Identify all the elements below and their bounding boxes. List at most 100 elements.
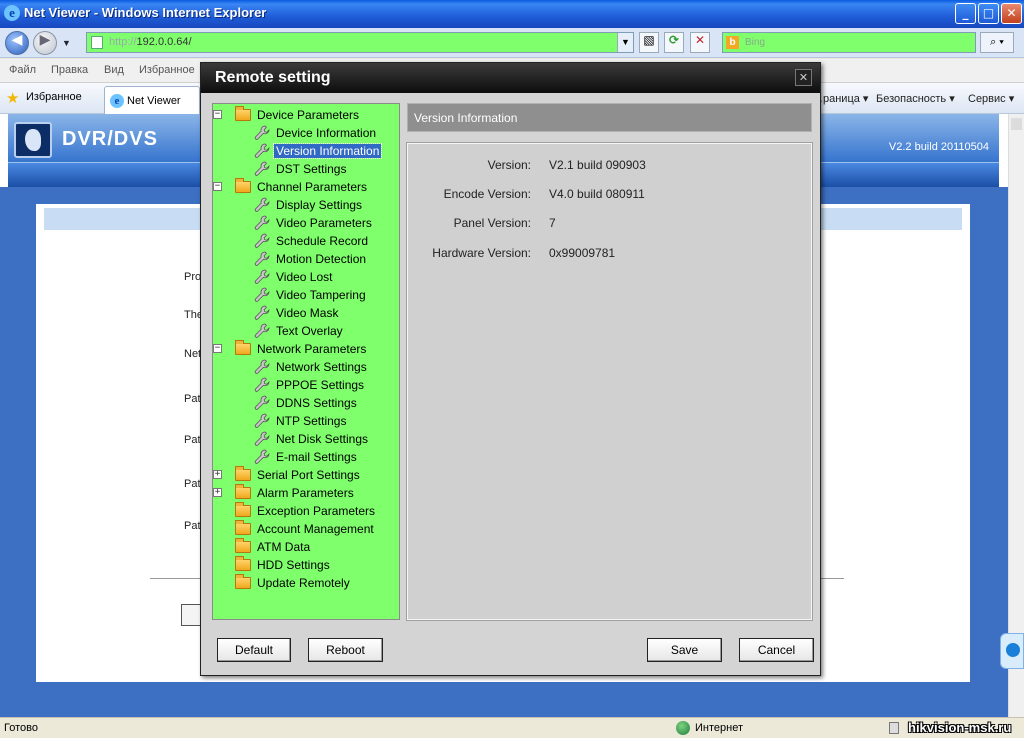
wrench-icon xyxy=(254,413,270,429)
tree-label: Update Remotely xyxy=(257,576,350,590)
page-scrollbar[interactable] xyxy=(1008,114,1024,717)
folder-icon xyxy=(235,574,251,589)
field-row-hardware-version: Hardware Version: 0x99009781 xyxy=(408,246,813,264)
reboot-button[interactable]: Reboot xyxy=(308,638,383,662)
wrench-icon xyxy=(254,125,270,141)
page-icon xyxy=(91,36,103,49)
tab-ie-icon: e xyxy=(110,94,124,108)
back-button[interactable]: ◀ xyxy=(5,31,29,55)
bg-label: Pat xyxy=(184,520,201,532)
field-label: Version: xyxy=(487,158,531,172)
folder-icon xyxy=(235,106,251,121)
field-label: Encode Version: xyxy=(443,187,531,201)
url-host: 192.0.0.64/ xyxy=(136,36,192,48)
address-toolbar: ◀ ▶ ▼ http://192.0.0.64/ ▼ ▧ ⟳ ✕ b Bing … xyxy=(0,28,1024,58)
settings-tree: − Device Parameters Device Information Vers… xyxy=(212,103,400,620)
collapse-icon[interactable]: − xyxy=(213,110,222,119)
dialog-title-bar: Remote setting ✕ xyxy=(201,63,820,93)
tree-label: Version Information xyxy=(272,143,383,159)
history-dropdown-icon[interactable]: ▼ xyxy=(62,38,71,48)
tree-label: Video Parameters xyxy=(276,216,372,230)
field-value: V2.1 build 090903 xyxy=(549,158,646,172)
forward-button[interactable]: ▶ xyxy=(33,31,57,55)
search-input[interactable]: b Bing xyxy=(722,32,976,53)
search-button[interactable]: ⌕ ▾ xyxy=(980,32,1014,53)
address-dropdown-icon[interactable]: ▼ xyxy=(617,33,633,52)
tree-label: Device Parameters xyxy=(257,108,360,122)
ie-logo-icon: e xyxy=(4,5,20,21)
field-value: 7 xyxy=(549,216,556,230)
wrench-icon xyxy=(254,305,270,321)
address-bar[interactable]: http://192.0.0.64/ ▼ xyxy=(86,32,634,53)
folder-icon xyxy=(235,484,251,499)
wrench-icon xyxy=(254,161,270,177)
tree-label: Video Lost xyxy=(276,270,333,284)
folder-icon xyxy=(235,538,251,553)
search-placeholder: Bing xyxy=(745,37,766,48)
tree-label: Network Parameters xyxy=(257,342,367,356)
wrench-icon xyxy=(254,287,270,303)
scrollbar-up-icon[interactable] xyxy=(1011,118,1022,130)
folder-icon xyxy=(235,556,251,571)
close-window-button[interactable]: ✕ xyxy=(1001,3,1022,24)
security-zone: Интернет xyxy=(695,722,743,734)
menu-favorites[interactable]: Избранное xyxy=(139,64,195,76)
collapse-icon[interactable]: − xyxy=(213,182,222,191)
tools-menu[interactable]: Сервис ▾ xyxy=(968,92,1014,105)
safety-menu[interactable]: Безопасность ▾ xyxy=(876,92,955,105)
tree-label: Alarm Parameters xyxy=(257,486,354,500)
stop-icon[interactable]: ✕ xyxy=(690,32,710,53)
expand-icon[interactable]: + xyxy=(213,488,222,497)
bg-label: Pat xyxy=(184,478,201,490)
field-value: V4.0 build 080911 xyxy=(549,187,645,201)
dialog-close-icon[interactable]: ✕ xyxy=(795,69,812,86)
tree-label: Video Tampering xyxy=(276,288,366,302)
wrench-icon xyxy=(254,395,270,411)
save-button[interactable]: Save xyxy=(647,638,722,662)
remote-setting-dialog: Remote setting ✕ − Device Parameters Devic… xyxy=(200,62,821,676)
compatibility-view-icon[interactable]: ▧ xyxy=(639,32,659,53)
expand-icon[interactable]: + xyxy=(213,470,222,479)
wrench-icon xyxy=(254,251,270,267)
minimize-button[interactable]: _ xyxy=(955,3,976,24)
window-title: Net Viewer - Windows Internet Explorer xyxy=(24,5,267,20)
tree-label: Text Overlay xyxy=(276,324,343,338)
tree-label: Account Management xyxy=(257,522,374,536)
teamviewer-icon[interactable] xyxy=(1000,633,1024,669)
status-text: Готово xyxy=(4,722,38,734)
bg-label: Pro xyxy=(184,271,202,283)
field-row-panel-version: Panel Version: 7 xyxy=(408,216,813,234)
field-label: Hardware Version: xyxy=(432,246,531,260)
tree-label: Network Settings xyxy=(276,360,367,374)
favorites-star-icon[interactable]: ★ xyxy=(6,89,19,107)
favorites-button[interactable]: Избранное xyxy=(26,91,82,103)
panel-title: Version Information xyxy=(414,111,518,125)
url-protocol: http:// xyxy=(109,36,137,48)
status-bar: Готово Интернет hikvision-msk.ru xyxy=(0,717,1024,738)
dvr-brand: DVR/DVS xyxy=(62,128,158,150)
field-row-encode-version: Encode Version: V4.0 build 080911 xyxy=(408,187,813,205)
field-row-version: Version: V2.1 build 090903 xyxy=(408,158,813,176)
tab-label: Net Viewer xyxy=(127,95,181,107)
wrench-icon xyxy=(254,197,270,213)
tree-label: ATM Data xyxy=(257,540,311,554)
menu-view[interactable]: Вид xyxy=(104,64,124,76)
tree-label: Channel Parameters xyxy=(257,180,368,194)
version-info-box: Version: V2.1 build 090903 Encode Versio… xyxy=(406,142,813,621)
tree-label: Serial Port Settings xyxy=(257,468,360,482)
maximize-button[interactable]: □ xyxy=(978,3,999,24)
window-title-bar: e Net Viewer - Windows Internet Explorer… xyxy=(0,0,1024,28)
menu-file[interactable]: Файл xyxy=(9,64,36,76)
collapse-icon[interactable]: − xyxy=(213,344,222,353)
wrench-icon xyxy=(254,377,270,393)
cancel-button[interactable]: Cancel xyxy=(739,638,814,662)
tree-label: Net Disk Settings xyxy=(276,432,369,446)
field-value: 0x99009781 xyxy=(549,246,616,260)
menu-edit[interactable]: Правка xyxy=(51,64,88,76)
tab-net-viewer[interactable]: e Net Viewer xyxy=(104,86,200,114)
refresh-icon[interactable]: ⟳ xyxy=(664,32,684,53)
folder-icon xyxy=(235,340,251,355)
default-button[interactable]: Default xyxy=(217,638,291,662)
bg-label: Pat xyxy=(184,434,201,446)
dvr-version: V2.2 build 20110504 xyxy=(888,141,989,153)
